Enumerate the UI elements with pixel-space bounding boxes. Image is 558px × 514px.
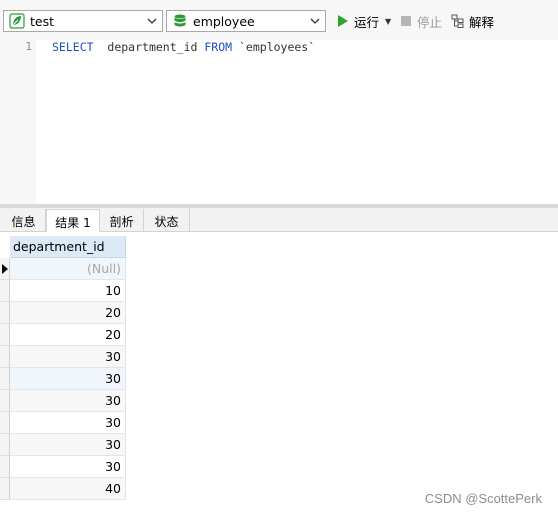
caret-down-icon[interactable]: ▼ [385, 17, 391, 26]
line-number: 1 [25, 40, 32, 53]
table-row[interactable]: 30 [0, 434, 126, 456]
line-number-gutter: 1 [0, 40, 36, 204]
result-tabbar: 信息 结果 1 剖析 状态 [0, 208, 558, 232]
tab-profile[interactable]: 剖析 [100, 209, 144, 232]
table-cell[interactable]: 30 [10, 368, 126, 390]
stop-label: 停止 [417, 14, 443, 30]
table-cell[interactable]: 20 [10, 324, 126, 346]
row-header[interactable] [0, 302, 10, 324]
table-row[interactable]: (Null) [0, 258, 126, 280]
connection-select[interactable]: test [3, 10, 163, 32]
database-value: employee [193, 13, 255, 29]
toolbar: test employee 运行 ▼ 停止 解释 [0, 0, 558, 40]
table-cell[interactable]: 10 [10, 280, 126, 302]
grid-rows: (Null) 10 20 20 30 30 30 30 30 30 40 [0, 258, 126, 500]
sql-editor[interactable]: 1 SELECT department_id FROM `employees` [0, 40, 558, 204]
row-header[interactable] [0, 412, 10, 434]
play-icon [336, 14, 350, 28]
table-cell[interactable]: 30 [10, 390, 126, 412]
explain-label: 解释 [469, 14, 495, 30]
stop-button[interactable]: 停止 [399, 12, 442, 30]
run-button[interactable]: 运行 ▼ [336, 12, 391, 30]
table-row[interactable]: 30 [0, 346, 126, 368]
tab-info[interactable]: 信息 [2, 209, 46, 232]
result-grid: department_id (Null) 10 20 20 30 30 30 3… [0, 232, 558, 514]
database-select[interactable]: employee [166, 10, 326, 32]
tab-status[interactable]: 状态 [144, 209, 190, 232]
explain-button[interactable]: 解释 [451, 12, 494, 30]
table-cell[interactable]: (Null) [10, 258, 126, 280]
run-label: 运行 [354, 14, 380, 30]
sql-column: department_id [107, 40, 198, 54]
database-icon [172, 13, 188, 29]
table-cell[interactable]: 30 [10, 456, 126, 478]
row-header[interactable] [0, 456, 10, 478]
table-row[interactable]: 30 [0, 456, 126, 478]
sql-keyword-from: FROM [204, 40, 233, 54]
row-header[interactable] [0, 478, 10, 500]
table-cell[interactable]: 40 [10, 478, 126, 500]
table-row[interactable]: 30 [0, 368, 126, 390]
row-header[interactable] [0, 280, 10, 302]
table-cell[interactable]: 30 [10, 412, 126, 434]
stop-icon [399, 14, 413, 28]
table-row[interactable]: 30 [0, 390, 126, 412]
row-header[interactable] [0, 346, 10, 368]
column-header-department-id[interactable]: department_id [10, 236, 126, 258]
row-header[interactable] [0, 434, 10, 456]
row-header[interactable] [0, 258, 10, 280]
chevron-down-icon[interactable] [145, 14, 159, 28]
sql-query-line[interactable]: SELECT department_id FROM `employees` [52, 40, 315, 54]
table-cell[interactable]: 20 [10, 302, 126, 324]
table-row[interactable]: 30 [0, 412, 126, 434]
current-row-pointer-icon [2, 264, 8, 274]
connection-leaf-icon [9, 13, 25, 29]
row-header[interactable] [0, 390, 10, 412]
tab-result-1[interactable]: 结果 1 [46, 209, 100, 232]
sql-keyword-select: SELECT [52, 40, 94, 54]
explain-tree-icon [451, 14, 465, 28]
table-cell[interactable]: 30 [10, 434, 126, 456]
table-row[interactable]: 20 [0, 324, 126, 346]
sql-table: `employees` [239, 40, 316, 54]
chevron-down-icon[interactable] [308, 14, 322, 28]
table-row[interactable]: 20 [0, 302, 126, 324]
table-row[interactable]: 40 [0, 478, 126, 500]
row-header[interactable] [0, 368, 10, 390]
table-row[interactable]: 10 [0, 280, 126, 302]
table-cell[interactable]: 30 [10, 346, 126, 368]
connection-value: test [30, 13, 55, 29]
watermark: CSDN @ScottePerk [424, 491, 542, 506]
row-header[interactable] [0, 324, 10, 346]
